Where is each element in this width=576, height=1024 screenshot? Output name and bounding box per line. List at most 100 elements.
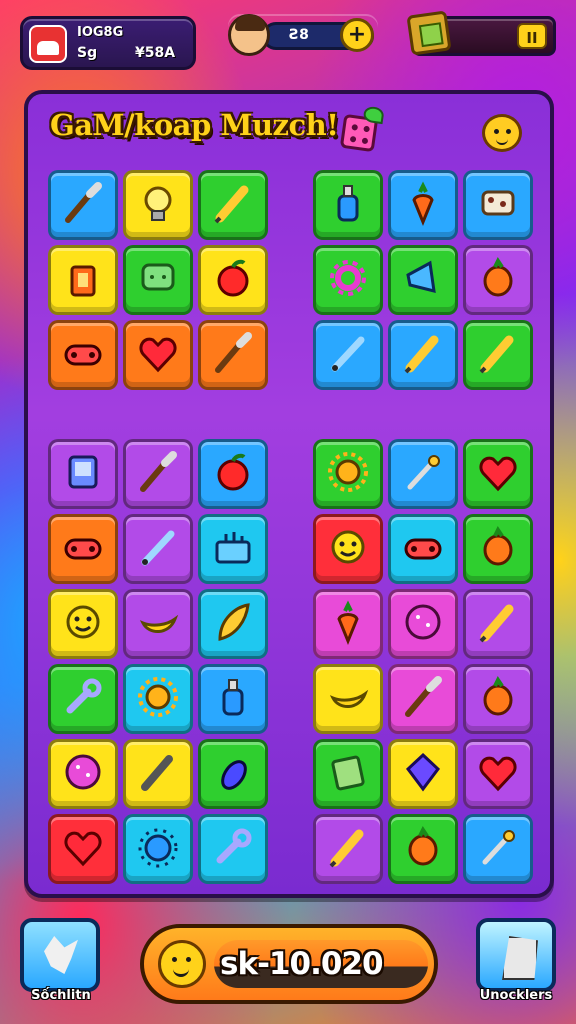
gem-icon xyxy=(400,749,446,799)
fruit-icon xyxy=(475,674,521,724)
tile-bottom-right-1[interactable] xyxy=(313,439,383,509)
tile-top-left-4[interactable] xyxy=(48,245,118,315)
tile-bottom-left-12[interactable] xyxy=(198,664,268,734)
player-name: IOG8G xyxy=(77,25,124,40)
tile-top-right-2[interactable] xyxy=(388,170,458,240)
tile-bottom-right-2[interactable] xyxy=(388,439,458,509)
tile-grid-bottom-right xyxy=(313,439,533,884)
gamepad-icon xyxy=(60,524,106,574)
tile-bottom-left-10[interactable] xyxy=(48,664,118,734)
tile-top-left-2[interactable] xyxy=(123,170,193,240)
mascot-icon[interactable] xyxy=(482,114,522,152)
tile-bottom-left-18[interactable] xyxy=(198,814,268,884)
top-hud: IOG8G Sg ¥58A Ƨ8 + II xyxy=(0,0,576,80)
brush-icon xyxy=(400,674,446,724)
wolf-icon-button[interactable] xyxy=(20,918,100,992)
player-profile-badge[interactable]: IOG8G Sg ¥58A xyxy=(20,16,196,70)
tile-top-left-5[interactable] xyxy=(123,245,193,315)
tile-top-right-8[interactable] xyxy=(388,320,458,390)
tile-bottom-left-2[interactable] xyxy=(123,439,193,509)
banana-icon xyxy=(325,674,371,724)
fruit-icon xyxy=(400,824,446,874)
tile-bottom-right-6[interactable] xyxy=(463,514,533,584)
tile-bottom-right-13[interactable] xyxy=(313,739,383,809)
treasure-map-icon[interactable] xyxy=(406,10,452,56)
tile-bottom-left-8[interactable] xyxy=(123,589,193,659)
pen-icon xyxy=(325,330,371,380)
sun-icon xyxy=(135,674,181,724)
tile-top-left-1[interactable] xyxy=(48,170,118,240)
tile-bottom-right-11[interactable] xyxy=(388,664,458,734)
tile-bottom-right-8[interactable] xyxy=(388,589,458,659)
tile-top-left-8[interactable] xyxy=(123,320,193,390)
tile-bottom-right-18[interactable] xyxy=(463,814,533,884)
smiley-icon xyxy=(60,599,106,649)
dice-icon xyxy=(339,113,379,153)
tile-top-left-7[interactable] xyxy=(48,320,118,390)
player-level: Sg xyxy=(77,45,98,61)
tile-top-right-1[interactable] xyxy=(313,170,383,240)
tile-bottom-left-5[interactable] xyxy=(123,514,193,584)
wand-icon xyxy=(475,824,521,874)
tile-top-left-9[interactable] xyxy=(198,320,268,390)
sun-face-icon xyxy=(158,940,206,988)
add-lives-button[interactable]: + xyxy=(340,18,374,52)
wrench-icon xyxy=(210,824,256,874)
tile-bottom-left-11[interactable] xyxy=(123,664,193,734)
gear-icon xyxy=(325,255,371,305)
tile-bottom-left-6[interactable] xyxy=(198,514,268,584)
unlockers-button-group: Unocklers xyxy=(472,918,562,1010)
carrot-icon xyxy=(325,599,371,649)
tile-bottom-left-1[interactable] xyxy=(48,439,118,509)
tile-top-right-3[interactable] xyxy=(463,170,533,240)
character-face-icon xyxy=(228,14,270,56)
bottle-icon xyxy=(325,180,371,230)
tile-bottom-right-16[interactable] xyxy=(313,814,383,884)
tile-bottom-left-3[interactable] xyxy=(198,439,268,509)
tile-bottom-right-17[interactable] xyxy=(388,814,458,884)
tile-bottom-left-16[interactable] xyxy=(48,814,118,884)
pause-button[interactable]: II xyxy=(517,23,547,49)
tile-bottom-left-14[interactable] xyxy=(123,739,193,809)
bottle-icon xyxy=(210,674,256,724)
tile-bottom-right-10[interactable] xyxy=(313,664,383,734)
tile-bottom-left-15[interactable] xyxy=(198,739,268,809)
unlockers-label: Unocklers xyxy=(479,988,553,1003)
brush-icon xyxy=(210,330,256,380)
tile-bottom-right-15[interactable] xyxy=(463,739,533,809)
tile-bottom-left-13[interactable] xyxy=(48,739,118,809)
tile-top-left-6[interactable] xyxy=(198,245,268,315)
tile-bottom-right-12[interactable] xyxy=(463,664,533,734)
tile-bottom-left-7[interactable] xyxy=(48,589,118,659)
sun-icon xyxy=(325,449,371,499)
banana-icon xyxy=(135,599,181,649)
wrench-icon xyxy=(60,674,106,724)
tile-bottom-right-14[interactable] xyxy=(388,739,458,809)
tile-bottom-left-17[interactable] xyxy=(123,814,193,884)
fruit-icon xyxy=(475,524,521,574)
tile-top-right-9[interactable] xyxy=(463,320,533,390)
unlockers-button[interactable] xyxy=(476,918,556,992)
tile-bottom-right-7[interactable] xyxy=(313,589,383,659)
tile-bottom-right-5[interactable] xyxy=(388,514,458,584)
smiley-icon xyxy=(325,524,371,574)
tile-bottom-right-3[interactable] xyxy=(463,439,533,509)
tile-top-left-3[interactable] xyxy=(198,170,268,240)
tile-bottom-left-9[interactable] xyxy=(198,589,268,659)
lightbulb-icon xyxy=(135,180,181,230)
score-bar: sk-10.020 xyxy=(140,924,438,1004)
tile-top-right-5[interactable] xyxy=(388,245,458,315)
tile-top-right-7[interactable] xyxy=(313,320,383,390)
tile-bottom-right-9[interactable] xyxy=(463,589,533,659)
tile-bottom-right-4[interactable] xyxy=(313,514,383,584)
tile-top-right-6[interactable] xyxy=(463,245,533,315)
shop-button-group: Sốchlitn xyxy=(20,918,100,1010)
tile-bottom-left-4[interactable] xyxy=(48,514,118,584)
lives-value: Ƨ8 xyxy=(289,27,309,43)
game-board: GaM/koap Muzch! xyxy=(24,90,554,898)
player-score: ¥58A xyxy=(135,45,176,61)
device-icon xyxy=(60,449,106,499)
tile-top-right-4[interactable] xyxy=(313,245,383,315)
avatar-icon xyxy=(29,25,67,63)
shop-button-label: Sốchlitn xyxy=(31,988,91,1003)
